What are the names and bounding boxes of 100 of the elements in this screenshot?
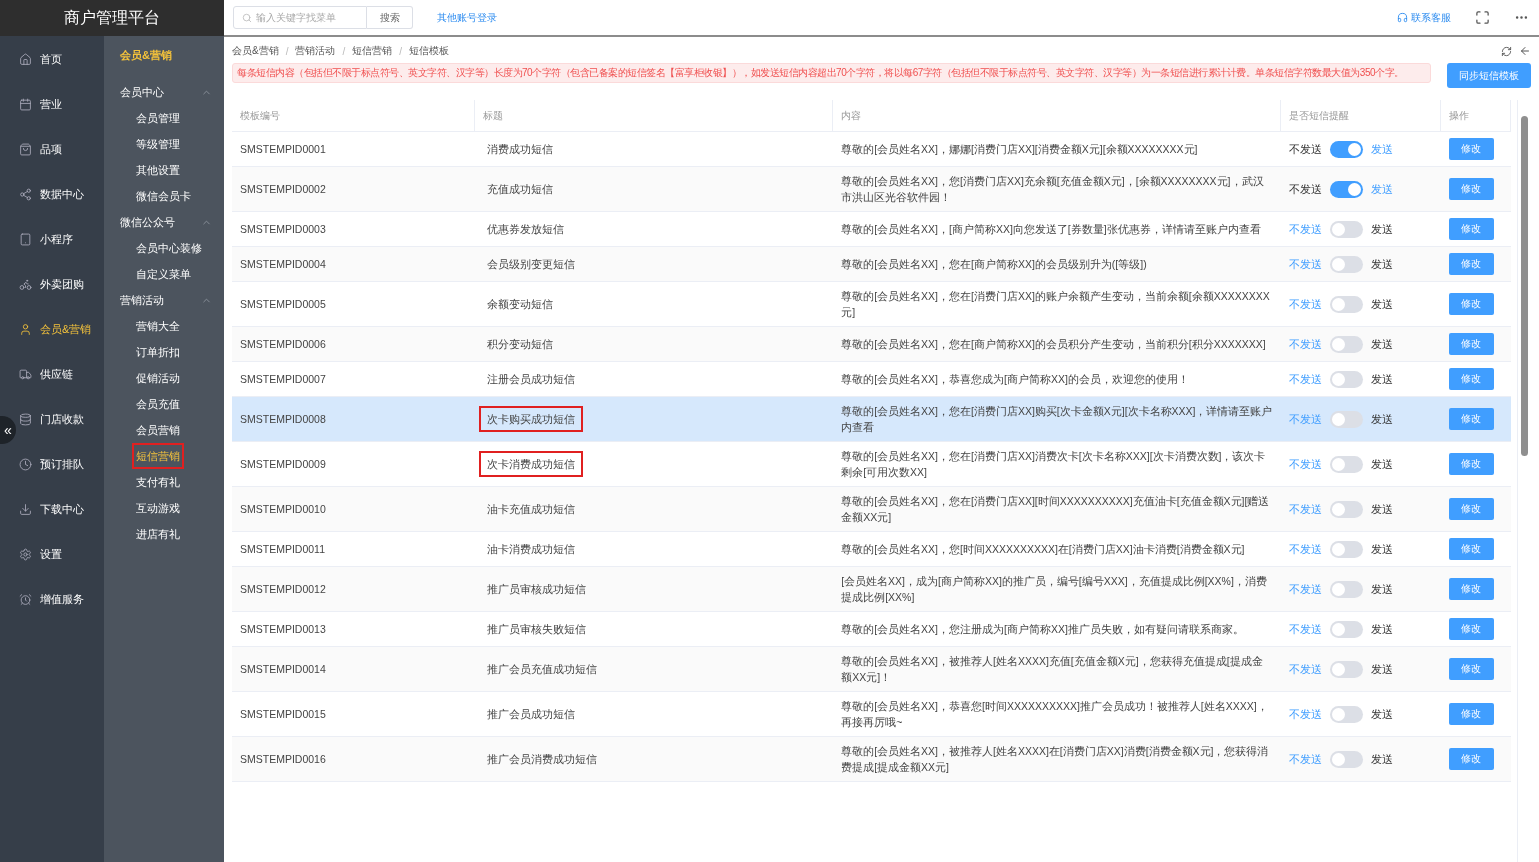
toggle-switch[interactable] [1329, 705, 1363, 723]
table-cell-text: 会员级别变更短信 [486, 257, 576, 272]
breadcrumb-item[interactable]: 短信模板 [409, 44, 449, 58]
sidebar-item[interactable]: 增值服务 [19, 577, 104, 622]
table-cell: 尊敬的[会员姓名XX]，您在[商户简称XX]的会员级别升为([等级]) [833, 247, 1281, 282]
submenu-item[interactable]: 进店有礼 [132, 521, 184, 547]
submenu-item[interactable]: 其他设置 [132, 157, 184, 183]
toggle-switch[interactable] [1329, 220, 1363, 238]
menu-group[interactable]: 会员中心 [120, 79, 224, 105]
back-arrow-icon[interactable] [1519, 45, 1531, 57]
breadcrumb-item[interactable]: 营销活动 [295, 44, 336, 58]
off-label: 不发送 [1288, 182, 1322, 197]
sidebar-item[interactable]: 会员&营销 [19, 307, 104, 352]
breadcrumb-item[interactable]: 会员&营销 [232, 44, 279, 58]
submenu-item[interactable]: 会员营销 [132, 417, 184, 443]
database-icon [19, 413, 32, 426]
off-label: 不发送 [1288, 542, 1322, 557]
sidebar-item[interactable]: 外卖团购 [19, 262, 104, 307]
table-cell-text: 充值成功短信 [486, 182, 554, 197]
submenu-item[interactable]: 营销大全 [132, 313, 184, 339]
off-label: 不发送 [1288, 622, 1322, 637]
search-icon [242, 12, 252, 23]
table-cell: 次卡购买成功短信 [481, 408, 581, 430]
toggle-switch[interactable] [1329, 500, 1363, 518]
submenu-item[interactable]: 会员管理 [132, 105, 184, 131]
table-cell: SMSTEMPID0002 [232, 167, 475, 212]
on-label: 发送 [1370, 582, 1393, 597]
toggle-switch[interactable] [1329, 180, 1363, 198]
table-cell: 尊敬的[会员姓名XX]，您在[消费门店XX]购买[次卡金额X元][次卡名称XXX]，详情请至账户内查看 [833, 397, 1281, 442]
submenu-item[interactable]: 短信营销 [132, 443, 184, 469]
search-field[interactable]: 输入关键字找菜单 [233, 6, 367, 29]
refresh-icon[interactable] [1501, 45, 1512, 57]
sidebar-item[interactable]: 预订排队 [19, 442, 104, 487]
off-label: 不发送 [1288, 457, 1322, 472]
breadcrumb-item[interactable]: 短信营销 [352, 44, 393, 58]
sidebar-item[interactable]: 品项 [19, 127, 104, 172]
submenu-item[interactable]: 会员充值 [132, 391, 184, 417]
table-cell: SMSTEMPID0012 [232, 567, 475, 612]
submenu-item[interactable]: 会员中心装修 [132, 235, 206, 261]
on-label: 发送 [1370, 142, 1393, 157]
on-label: 发送 [1370, 752, 1393, 767]
sidebar-item[interactable]: 小程序 [19, 217, 104, 262]
on-label: 发送 [1370, 297, 1393, 312]
scrollbar[interactable] [1517, 100, 1531, 862]
table-cell-text: 推广会员消费成功短信 [486, 752, 598, 767]
on-label: 发送 [1370, 457, 1393, 472]
toggle-switch[interactable] [1329, 620, 1363, 638]
off-label: 不发送 [1288, 582, 1322, 597]
table-cell: 尊敬的[会员姓名XX]，您在[消费门店XX][时间XXXXXXXXXX]充值油卡[充值金额X元][赠送金额XX元] [833, 487, 1281, 532]
toggle-switch[interactable] [1329, 580, 1363, 598]
submenu-item[interactable]: 互动游戏 [132, 495, 184, 521]
submenu-item[interactable]: 自定义菜单 [132, 261, 195, 287]
toggle-switch[interactable] [1329, 410, 1363, 428]
support-link[interactable]: 联系客服 [1397, 10, 1451, 25]
submenu-item[interactable]: 等级管理 [132, 131, 184, 157]
sidebar-item[interactable]: 供应链 [19, 352, 104, 397]
toggle-switch[interactable] [1329, 335, 1363, 353]
toggle-switch[interactable] [1329, 255, 1363, 273]
menu-group[interactable]: 营销活动 [120, 287, 224, 313]
search-button[interactable]: 搜索 [367, 6, 413, 29]
submenu-item[interactable]: 微信会员卡 [132, 183, 195, 209]
table-cell-text: 消费成功短信 [486, 142, 554, 157]
table-cell: [会员姓名XX]，成为[商户简称XX]的推广员，编号[编号XXX]，充值提成比例[XX%]，消费提成比例[XX%] [833, 567, 1281, 612]
table-cell-text: 推广会员充值成功短信 [486, 662, 598, 677]
off-label: 不发送 [1288, 707, 1322, 722]
off-label: 不发送 [1288, 502, 1322, 517]
toggle-switch[interactable] [1329, 750, 1363, 768]
sidebar-item[interactable]: 下载中心 [19, 487, 104, 532]
toggle-switch[interactable] [1329, 540, 1363, 558]
on-label: 发送 [1370, 372, 1393, 387]
toggle-switch[interactable] [1329, 370, 1363, 388]
table-cell: SMSTEMPID0008 [232, 397, 475, 442]
toggle-switch[interactable] [1329, 455, 1363, 473]
sidebar-item[interactable]: 门店收款 [19, 397, 104, 442]
menu-group[interactable]: 微信公众号 [120, 209, 224, 235]
on-label: 发送 [1370, 502, 1393, 517]
table-cell: SMSTEMPID0004 [232, 247, 475, 282]
submenu-item[interactable]: 促销活动 [132, 365, 184, 391]
on-label: 发送 [1370, 662, 1393, 677]
toggle-switch[interactable] [1329, 295, 1363, 313]
sidebar-item[interactable]: 首页 [19, 37, 104, 82]
table-cell-text: 推广员审核失败短信 [486, 622, 587, 637]
calendar-icon [19, 98, 32, 111]
sidebar-item[interactable]: 设置 [19, 532, 104, 577]
submenu-item[interactable]: 订单折扣 [132, 339, 184, 365]
alarm-clock-icon [19, 593, 32, 606]
off-label: 不发送 [1288, 662, 1322, 677]
toggle-switch[interactable] [1329, 140, 1363, 158]
breadcrumb-separator: / [285, 45, 289, 57]
sidebar-item[interactable]: 数据中心 [19, 172, 104, 217]
off-label: 不发送 [1288, 412, 1322, 427]
other-account-link[interactable]: 其他账号登录 [437, 10, 497, 25]
notice-message: 每条短信内容（包括但不限于标点符号、英文字符、汉字等）长度为70个字符（包含已备案的短信签名【富享柜收银】），如发送短信内容超出70个字符，将以每67字符（包括但不限于标点符号、英文字符、汉字等）为一条短信进行累计计费。单条短信字符数最大值为350个字。 [232, 63, 1431, 83]
submenu-item[interactable]: 支付有礼 [132, 469, 184, 495]
on-label: 发送 [1370, 222, 1393, 237]
off-label: 不发送 [1288, 297, 1322, 312]
sidebar-item[interactable]: 营业 [19, 82, 104, 127]
toggle-switch[interactable] [1329, 660, 1363, 678]
breadcrumb-separator: / [399, 45, 402, 57]
fullscreen-icon[interactable] [1475, 10, 1490, 25]
